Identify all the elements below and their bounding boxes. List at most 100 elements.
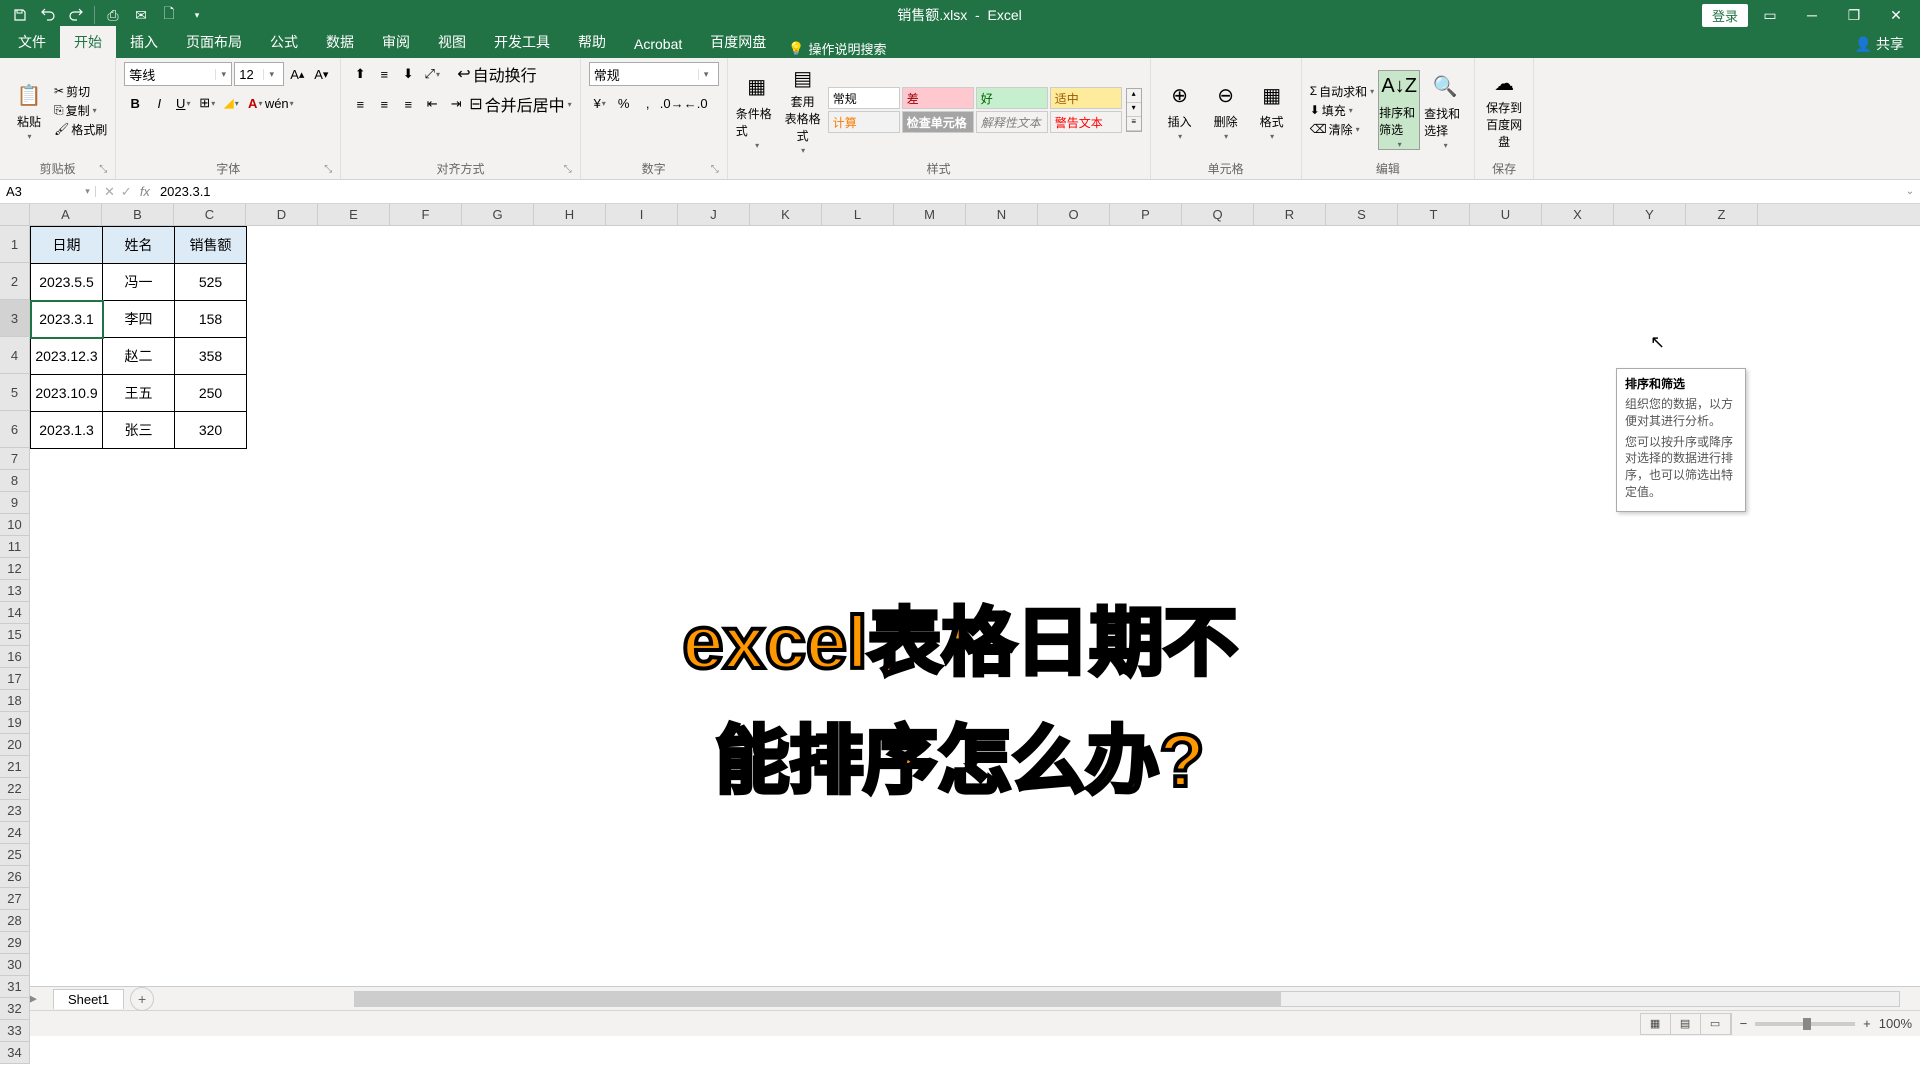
comma-icon[interactable]: ,: [637, 92, 659, 114]
zoom-in-icon[interactable]: +: [1863, 1016, 1871, 1031]
horizontal-scrollbar[interactable]: [354, 991, 1900, 1007]
increase-decimal-icon[interactable]: .0→: [661, 92, 683, 114]
paste-button[interactable]: 📋 粘贴▾: [8, 70, 50, 150]
tab-dev[interactable]: 开发工具: [480, 26, 564, 58]
fill-color-button[interactable]: ◢▾: [220, 92, 242, 114]
close-icon[interactable]: ✕: [1876, 0, 1916, 30]
gallery-scroll[interactable]: ▴▾≡: [1126, 88, 1142, 132]
insert-cells-button[interactable]: ⊕插入▾: [1159, 70, 1201, 150]
fill-button[interactable]: ⬇填充▾: [1310, 102, 1374, 119]
cell-styles-gallery[interactable]: 常规 差 好 适中 计算 检查单元格 解释性文本 警告文本: [828, 87, 1122, 133]
page-layout-icon[interactable]: ▤: [1671, 1014, 1701, 1034]
font-name-combo[interactable]: ▾: [124, 62, 232, 86]
autosum-button[interactable]: Σ自动求和▾: [1310, 83, 1374, 100]
indent-increase-icon[interactable]: ⇥: [445, 93, 467, 115]
tell-me-search[interactable]: 💡 操作说明搜索: [788, 39, 886, 58]
zoom-out-icon[interactable]: −: [1740, 1016, 1748, 1031]
tab-data[interactable]: 数据: [312, 26, 368, 58]
sort-filter-button[interactable]: A↓Z 排序和筛选▾: [1378, 70, 1420, 150]
clear-button[interactable]: ⌫清除▾: [1310, 121, 1374, 138]
align-right-icon[interactable]: ≡: [397, 93, 419, 115]
delete-cells-button[interactable]: ⊖删除▾: [1205, 70, 1247, 150]
redo-icon[interactable]: [64, 3, 88, 27]
font-color-button[interactable]: A▾: [244, 92, 266, 114]
percent-icon[interactable]: %: [613, 92, 635, 114]
cancel-formula-icon[interactable]: ✕: [104, 184, 115, 200]
style-warning[interactable]: 警告文本: [1050, 111, 1122, 133]
login-button[interactable]: 登录: [1702, 4, 1748, 27]
decrease-font-icon[interactable]: A▾: [310, 63, 332, 85]
qat-icon-3[interactable]: 🗋: [157, 3, 181, 27]
format-cells-button[interactable]: ▦格式▾: [1251, 70, 1293, 150]
number-format-combo[interactable]: ▾: [589, 62, 719, 86]
qat-icon-1[interactable]: ⎙: [101, 3, 125, 27]
column-headers[interactable]: A B C D E F G H I J K L M N O P Q R S T …: [30, 204, 1920, 226]
tab-insert[interactable]: 插入: [116, 26, 172, 58]
align-center-icon[interactable]: ≡: [373, 93, 395, 115]
style-explain[interactable]: 解释性文本: [976, 111, 1048, 133]
increase-font-icon[interactable]: A▴: [286, 63, 308, 85]
style-neutral[interactable]: 适中: [1050, 87, 1122, 109]
underline-button[interactable]: U▾: [172, 92, 194, 114]
font-size-combo[interactable]: ▾: [234, 62, 284, 86]
bold-button[interactable]: B: [124, 92, 146, 114]
formula-input[interactable]: [156, 184, 1900, 199]
indent-decrease-icon[interactable]: ⇤: [421, 93, 443, 115]
align-middle-icon[interactable]: ≡: [373, 63, 395, 85]
launcher-icon[interactable]: ⤡: [324, 164, 332, 175]
orientation-icon[interactable]: ⤢▾: [421, 63, 443, 85]
spreadsheet-grid[interactable]: A B C D E F G H I J K L M N O P Q R S T …: [0, 204, 1920, 986]
style-bad[interactable]: 差: [902, 87, 974, 109]
tab-file[interactable]: 文件: [4, 26, 60, 58]
col-header-c[interactable]: C: [174, 204, 246, 225]
tab-formulas[interactable]: 公式: [256, 26, 312, 58]
cut-button[interactable]: ✂剪切: [54, 83, 107, 100]
wrap-text-button[interactable]: ↩自动换行: [457, 62, 536, 86]
save-icon[interactable]: [8, 3, 32, 27]
header-date[interactable]: 日期: [31, 227, 103, 264]
header-name[interactable]: 姓名: [103, 227, 175, 264]
view-buttons[interactable]: ▦ ▤ ▭: [1640, 1013, 1732, 1035]
launcher-icon[interactable]: ⤡: [564, 164, 572, 175]
qat-icon-2[interactable]: ✉: [129, 3, 153, 27]
header-sales[interactable]: 销售额: [175, 227, 247, 264]
align-left-icon[interactable]: ≡: [349, 93, 371, 115]
enter-formula-icon[interactable]: ✓: [121, 184, 132, 200]
launcher-icon[interactable]: ⤡: [99, 164, 107, 175]
format-painter-button[interactable]: 🖌格式刷: [54, 121, 107, 138]
ribbon-display-icon[interactable]: ▭: [1750, 0, 1790, 30]
launcher-icon[interactable]: ⤡: [711, 164, 719, 175]
find-select-button[interactable]: 🔍 查找和选择▾: [1424, 70, 1466, 150]
align-bottom-icon[interactable]: ⬇: [397, 63, 419, 85]
table-format-button[interactable]: ▤ 套用 表格格式▾: [782, 70, 824, 150]
style-good[interactable]: 好: [976, 87, 1048, 109]
merge-button[interactable]: ⊟合并后居中▾: [469, 92, 571, 116]
copy-button[interactable]: ⎘复制▾: [54, 102, 107, 119]
tab-layout[interactable]: 页面布局: [172, 26, 256, 58]
fx-icon[interactable]: fx: [140, 184, 150, 199]
conditional-format-button[interactable]: ▦ 条件格式▾: [736, 70, 778, 150]
zoom-level[interactable]: 100%: [1879, 1016, 1912, 1031]
tab-acrobat[interactable]: Acrobat: [620, 30, 696, 58]
tab-view[interactable]: 视图: [424, 26, 480, 58]
minimize-icon[interactable]: ─: [1792, 0, 1832, 30]
tab-home[interactable]: 开始: [60, 26, 116, 58]
add-sheet-button[interactable]: +: [130, 987, 154, 1011]
decrease-decimal-icon[interactable]: ←.0: [685, 92, 707, 114]
save-baidu-button[interactable]: ☁ 保存到 百度网盘: [1483, 70, 1525, 150]
style-calc[interactable]: 计算: [828, 111, 900, 133]
italic-button[interactable]: I: [148, 92, 170, 114]
normal-view-icon[interactable]: ▦: [1641, 1014, 1671, 1034]
maximize-icon[interactable]: ❐: [1834, 0, 1874, 30]
tab-baidu[interactable]: 百度网盘: [696, 26, 780, 58]
share-button[interactable]: 👤 共享: [1839, 30, 1920, 58]
align-top-icon[interactable]: ⬆: [349, 63, 371, 85]
sheet-tab[interactable]: Sheet1: [53, 989, 124, 1009]
data-table[interactable]: 日期 姓名 销售额 2023.5.5冯一525 2023.3.1李四158 20…: [30, 226, 247, 449]
selected-cell[interactable]: 2023.3.1: [31, 301, 103, 338]
currency-icon[interactable]: ¥▾: [589, 92, 611, 114]
col-header-b[interactable]: B: [102, 204, 174, 225]
zoom-slider[interactable]: [1755, 1022, 1855, 1026]
style-normal[interactable]: 常规: [828, 87, 900, 109]
tab-review[interactable]: 审阅: [368, 26, 424, 58]
